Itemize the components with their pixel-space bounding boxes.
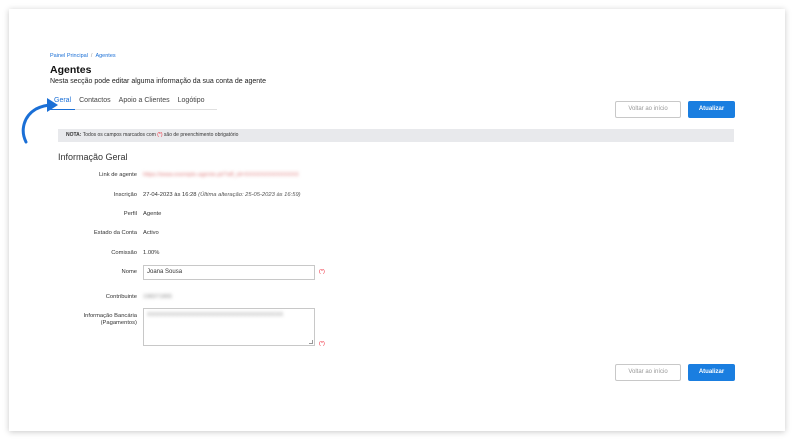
page-subtitle: Nesta secção pode editar alguma informaç… [50,78,266,85]
registration-value: 27-04-2023 às 16:28 (Última alteração: 2… [143,192,301,198]
account-status-value: Activo [143,230,159,236]
commission-label: Comissão [111,250,137,256]
profile-label: Perfil [123,211,137,217]
tab-apoio-clientes[interactable]: Apoio a Clientes [115,95,174,110]
breadcrumb-separator: / [90,53,93,59]
required-fields-note: NOTA: Todos os campos marcados com (*) s… [58,129,734,142]
bank-info-label: Informação Bancária (Pagamentos) [83,313,138,326]
name-input[interactable]: Joana Sousa [143,265,315,280]
name-label: Nome [121,269,137,275]
bank-info-textarea[interactable]: XXXXXXXXXXXXXXXXXXXXXXXXXXXXXXXXXX [143,308,315,346]
page-title: Agentes [50,64,92,76]
agent-link-label: Link de agente [98,172,137,178]
resize-handle-icon[interactable] [309,340,313,344]
registration-date: 27-04-2023 às 16:28 [143,192,197,198]
tab-bar: Geral Contactos Apoio a Clientes Logótip… [50,95,217,110]
profile-value: Agente [143,211,162,217]
taxpayer-label: Contribuinte [105,294,137,300]
note-prefix: NOTA: [66,132,82,138]
taxpayer-value: 198371865 [143,294,173,300]
bank-info-value: XXXXXXXXXXXXXXXXXXXXXXXXXXXXXXXXXX [147,312,284,318]
name-required-marker: (*) [319,269,325,275]
account-status-label: Estado da Conta [93,230,137,236]
commission-value: 1.00% [143,250,160,256]
back-to-start-button-bottom[interactable]: Voltar ao início [615,364,681,381]
tab-logotipo[interactable]: Logótipo [174,95,209,110]
agent-link-value[interactable]: https://www.exemplo-agente.pt/?aff_id=XX… [143,172,299,178]
back-to-start-button-top[interactable]: Voltar ao início [615,101,681,118]
breadcrumb-current[interactable]: Agentes [95,53,115,59]
update-button-bottom[interactable]: Atualizar [688,364,735,381]
bank-info-required-marker: (*) [319,341,325,347]
registration-last-update: (Última alteração: 25-05-2023 às 16:59) [198,192,301,198]
breadcrumb-home[interactable]: Painel Principal [50,53,88,59]
pointer-arrow-icon [21,98,58,144]
tab-contactos[interactable]: Contactos [75,95,115,110]
breadcrumb: Painel Principal / Agentes [50,53,116,59]
note-text-before: Todos os campos marcados com [81,132,158,138]
registration-label: Inscrição [113,192,137,198]
section-title: Informação Geral [58,152,128,162]
update-button-top[interactable]: Atualizar [688,101,735,118]
note-text-after: são de preenchimento obrigatório [162,132,239,138]
